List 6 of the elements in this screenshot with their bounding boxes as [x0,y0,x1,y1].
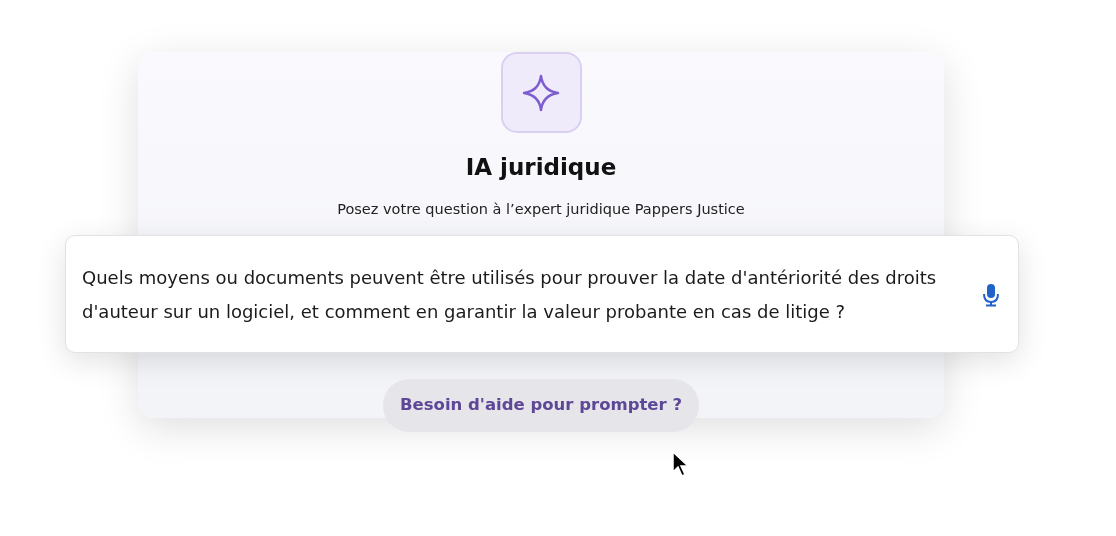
subtitle: Posez votre question à l’expert juridique Pappers Justice [336,199,746,219]
help-button[interactable]: Besoin d'aide pour prompter ? [382,379,700,432]
title: IA juridique [464,153,618,182]
question-field[interactable]: Quels moyens ou documents peuvent être utilisés pour prouver la date d'antériorité des droits d'auteur sur un logiciel, et comment en garantir la valeur probante en cas de litige ? [65,235,1019,354]
sparkle-icon [500,52,582,133]
microphone-icon[interactable] [982,283,1000,308]
